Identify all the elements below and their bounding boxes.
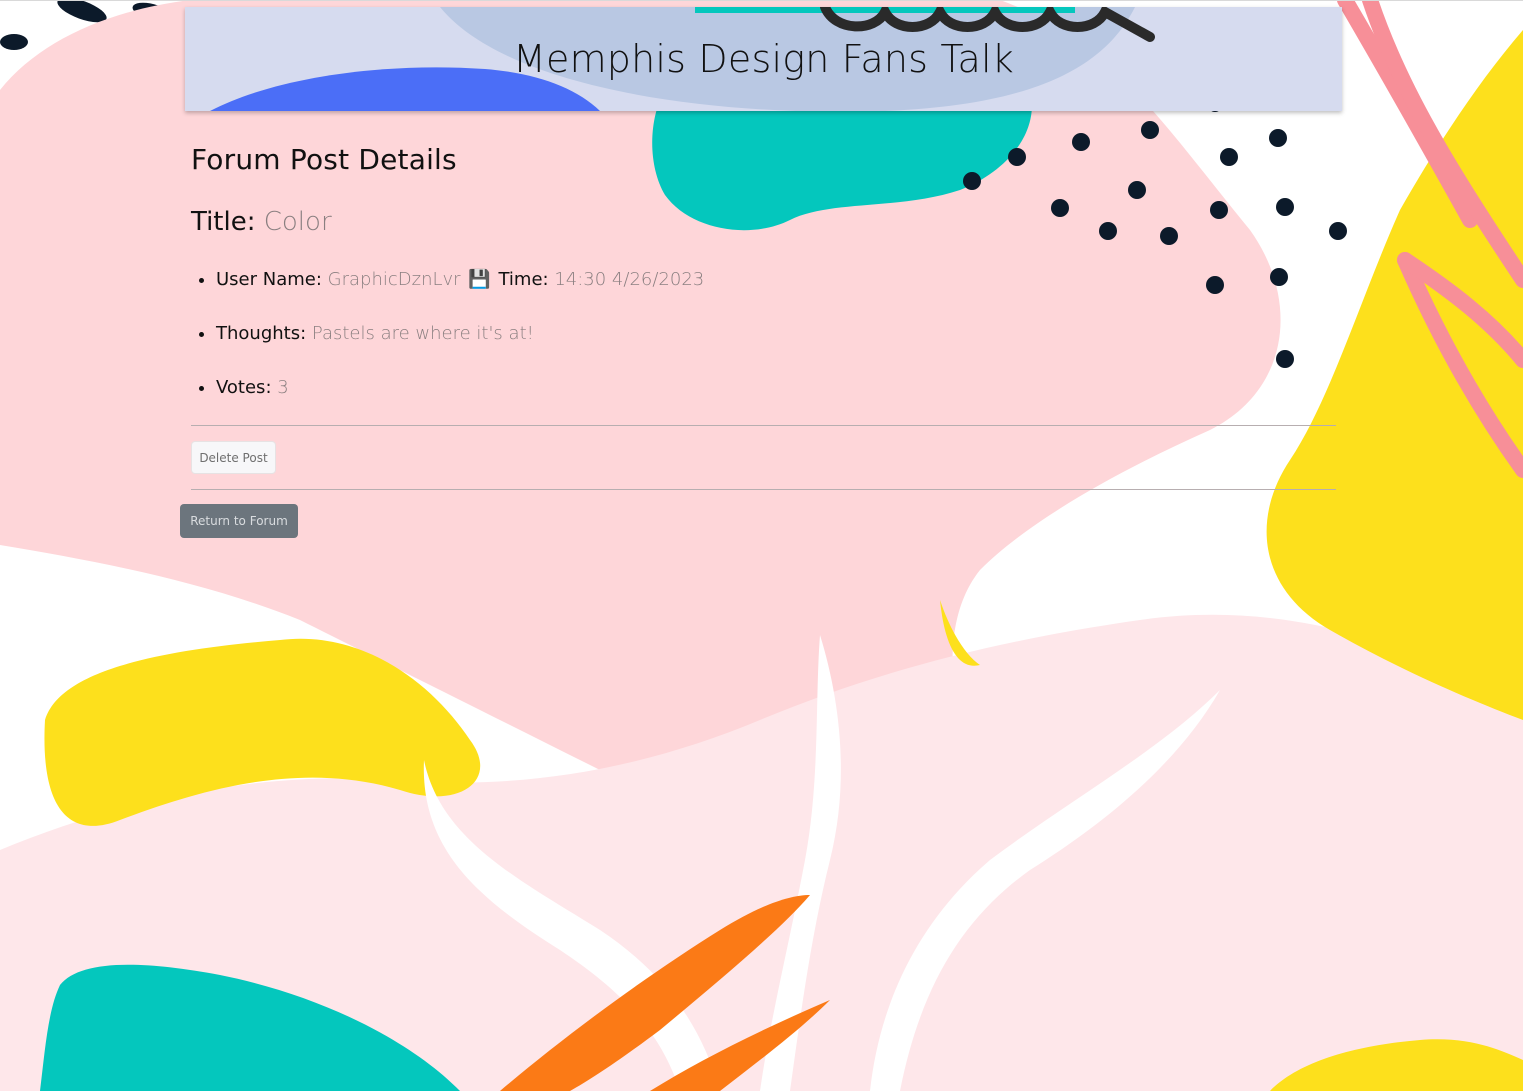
title-value: Color [263,207,332,237]
divider-bottom [191,489,1336,490]
user-name-label: User Name: [216,269,322,290]
site-title: Memphis Design Fans Talk [513,37,1014,81]
list-item-thoughts: Thoughts: Pastels are where it's at! [216,322,1336,346]
floppy-disk-icon: 💾 [468,269,491,290]
thoughts-label: Thoughts: [216,323,307,344]
divider-top [191,425,1336,426]
delete-post-button[interactable]: Delete Post [191,441,276,474]
user-name-value: GraphicDznLvr [327,269,461,290]
list-item-user-time: User Name: GraphicDznLvr 💾 Time: 14:30 4… [216,268,1336,292]
votes-value: 3 [277,377,289,398]
votes-label: Votes: [216,377,272,398]
time-label: Time: [498,269,549,290]
title-label: Title: [191,207,256,237]
post-title: Title: Color [191,206,1336,238]
return-to-forum-button[interactable]: Return to Forum [180,504,298,538]
time-value: 14:30 4/26/2023 [554,269,705,290]
post-detail-list: User Name: GraphicDznLvr 💾 Time: 14:30 4… [191,268,1336,400]
top-border [0,0,1523,1]
page-heading: Forum Post Details [191,143,457,176]
site-header: Memphis Design Fans Talk [185,7,1342,111]
thoughts-value: Pastels are where it's at! [311,323,534,344]
post-details: Forum Post Details Title: Color User Nam… [191,140,1336,400]
list-item-votes: Votes: 3 [216,376,1336,400]
